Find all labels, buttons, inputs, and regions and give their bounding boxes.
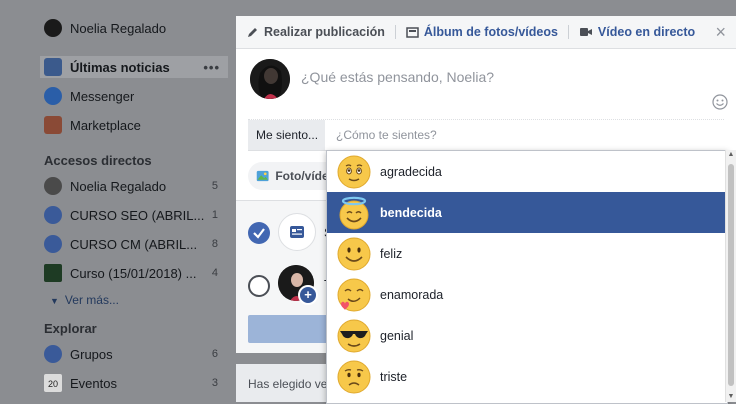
blessed-emoji-icon (339, 196, 369, 229)
sidebar-item-events[interactable]: 20 Eventos 3 (44, 372, 224, 394)
sidebar-profile[interactable]: Noelia Regalado (44, 17, 224, 39)
feed-checkbox[interactable] (248, 222, 270, 244)
explore-count: 6 (211, 348, 218, 360)
photo-album-icon (406, 26, 419, 38)
post-text-input[interactable]: ¿Qué estás pensando, Noelia? (301, 69, 494, 85)
shortcuts-heading: Accesos directos (44, 153, 152, 168)
emoji-picker-icon[interactable] (712, 94, 728, 110)
feeling-option-label: agradecida (380, 164, 442, 179)
tab-post-label: Realizar publicación (264, 25, 385, 39)
calendar-icon: 20 (44, 374, 62, 392)
shortcut-count: 4 (211, 267, 218, 279)
sidebar-item-label: CURSO CM (ABRIL... (70, 236, 198, 252)
sidebar-item-groups[interactable]: Grupos 6 (44, 343, 224, 365)
sidebar-item-marketplace[interactable]: Marketplace (44, 114, 224, 136)
sad-emoji-icon (337, 360, 371, 393)
news-feed-option-icon (278, 213, 316, 251)
sidebar-item-label: Grupos (70, 346, 113, 362)
feeling-option-label: enamorada (380, 287, 444, 302)
messenger-icon (44, 87, 62, 105)
sidebar-item-label: Eventos (70, 375, 117, 391)
feeling-option[interactable]: feliz (327, 233, 727, 274)
cool-emoji-icon (337, 319, 371, 352)
feeling-option[interactable]: enamorada (327, 274, 727, 315)
checkmark-icon (253, 228, 265, 239)
story-checkbox[interactable] (248, 275, 270, 297)
scroll-down-icon[interactable]: ▼ (726, 392, 736, 402)
feeling-option[interactable]: agradecida (327, 151, 727, 192)
user-avatar (250, 59, 290, 99)
composer-tabs: Realizar publicación Álbum de fotos/víde… (236, 16, 736, 49)
bottom-notice-text: Has elegido ver (248, 377, 332, 391)
tab-live-label: Vídeo en directo (597, 25, 696, 39)
sidebar-shortcut[interactable]: Noelia Regalado 5 (44, 175, 224, 197)
tab-album[interactable]: Álbum de fotos/vídeos (396, 16, 568, 48)
feeling-option-selected[interactable]: bendecida (327, 192, 727, 233)
tab-live-video[interactable]: Vídeo en directo (569, 16, 705, 48)
feed-icon (290, 226, 304, 238)
left-sidebar: Noelia Regalado Últimas noticias ••• Mes… (0, 0, 236, 402)
sidebar-shortcut[interactable]: CURSO SEO (ABRIL... 1 (44, 204, 224, 226)
sidebar-shortcut[interactable]: CURSO CM (ABRIL... 8 (44, 233, 224, 255)
more-options-icon[interactable]: ••• (203, 60, 220, 75)
sidebar-item-label: Marketplace (70, 117, 141, 133)
news-feed-icon (44, 58, 62, 76)
feeling-dropdown: agradecida bendecida feliz enamorada gen… (326, 150, 728, 404)
see-more-link[interactable]: ▼ Ver más... (50, 293, 119, 307)
feeling-option[interactable]: triste (327, 356, 727, 397)
sidebar-item-label: Curso (15/01/2018) ... (70, 265, 197, 281)
grateful-emoji-icon (337, 155, 371, 188)
groups-icon (44, 345, 62, 363)
marketplace-icon (44, 116, 62, 134)
sidebar-item-label: Noelia Regalado (70, 178, 167, 194)
tab-album-label: Álbum de fotos/vídeos (423, 25, 558, 39)
sidebar-item-news-feed[interactable]: Últimas noticias ••• (40, 56, 228, 78)
feeling-row: Me siento... ¿Cómo te sientes? (248, 119, 724, 151)
group-icon (44, 235, 62, 253)
feeling-option-label: genial (380, 328, 414, 343)
close-icon[interactable]: × (715, 23, 726, 41)
sidebar-profile-name: Noelia Regalado (70, 20, 167, 36)
happy-emoji-icon (337, 237, 371, 270)
see-more-label: Ver más... (64, 293, 119, 307)
composer-body: ¿Qué estás pensando, Noelia? (236, 49, 736, 119)
group-icon (44, 206, 62, 224)
chevron-down-icon: ▼ (50, 296, 59, 306)
scroll-up-icon[interactable]: ▲ (726, 150, 736, 160)
add-story-icon: + (298, 285, 318, 305)
sidebar-item-messenger[interactable]: Messenger (44, 85, 224, 107)
in-love-emoji-icon (337, 278, 371, 311)
sidebar-shortcut[interactable]: Curso (15/01/2018) ... 4 (44, 262, 224, 284)
shortcut-count: 1 (211, 209, 218, 221)
feeling-option-label: bendecida (380, 205, 442, 220)
scroll-thumb[interactable] (728, 164, 734, 386)
shortcut-avatar (44, 177, 62, 195)
feeling-option-label: triste (380, 369, 408, 384)
sidebar-item-label: Messenger (70, 88, 135, 104)
tab-post[interactable]: Realizar publicación (236, 16, 395, 48)
video-camera-icon (579, 28, 592, 36)
sidebar-item-label: Últimas noticias (70, 59, 170, 75)
photo-icon (256, 170, 269, 182)
feeling-option[interactable]: genial (327, 315, 727, 356)
shortcut-count: 5 (211, 180, 218, 192)
profile-avatar (44, 19, 62, 37)
pencil-icon (248, 27, 257, 37)
shortcut-count: 8 (211, 238, 218, 250)
feeling-option-label: feliz (380, 246, 403, 261)
explore-heading: Explorar (44, 321, 97, 336)
sidebar-item-label: CURSO SEO (ABRIL... (70, 207, 205, 223)
feeling-label: Me siento... (248, 120, 325, 150)
avatar-photo (250, 59, 290, 99)
explore-count: 3 (211, 377, 218, 389)
course-icon (44, 264, 62, 282)
story-avatar: + (278, 265, 318, 305)
feeling-input[interactable]: ¿Cómo te sientes? (336, 128, 437, 142)
dropdown-scrollbar[interactable]: ▲ ▼ (725, 150, 736, 402)
